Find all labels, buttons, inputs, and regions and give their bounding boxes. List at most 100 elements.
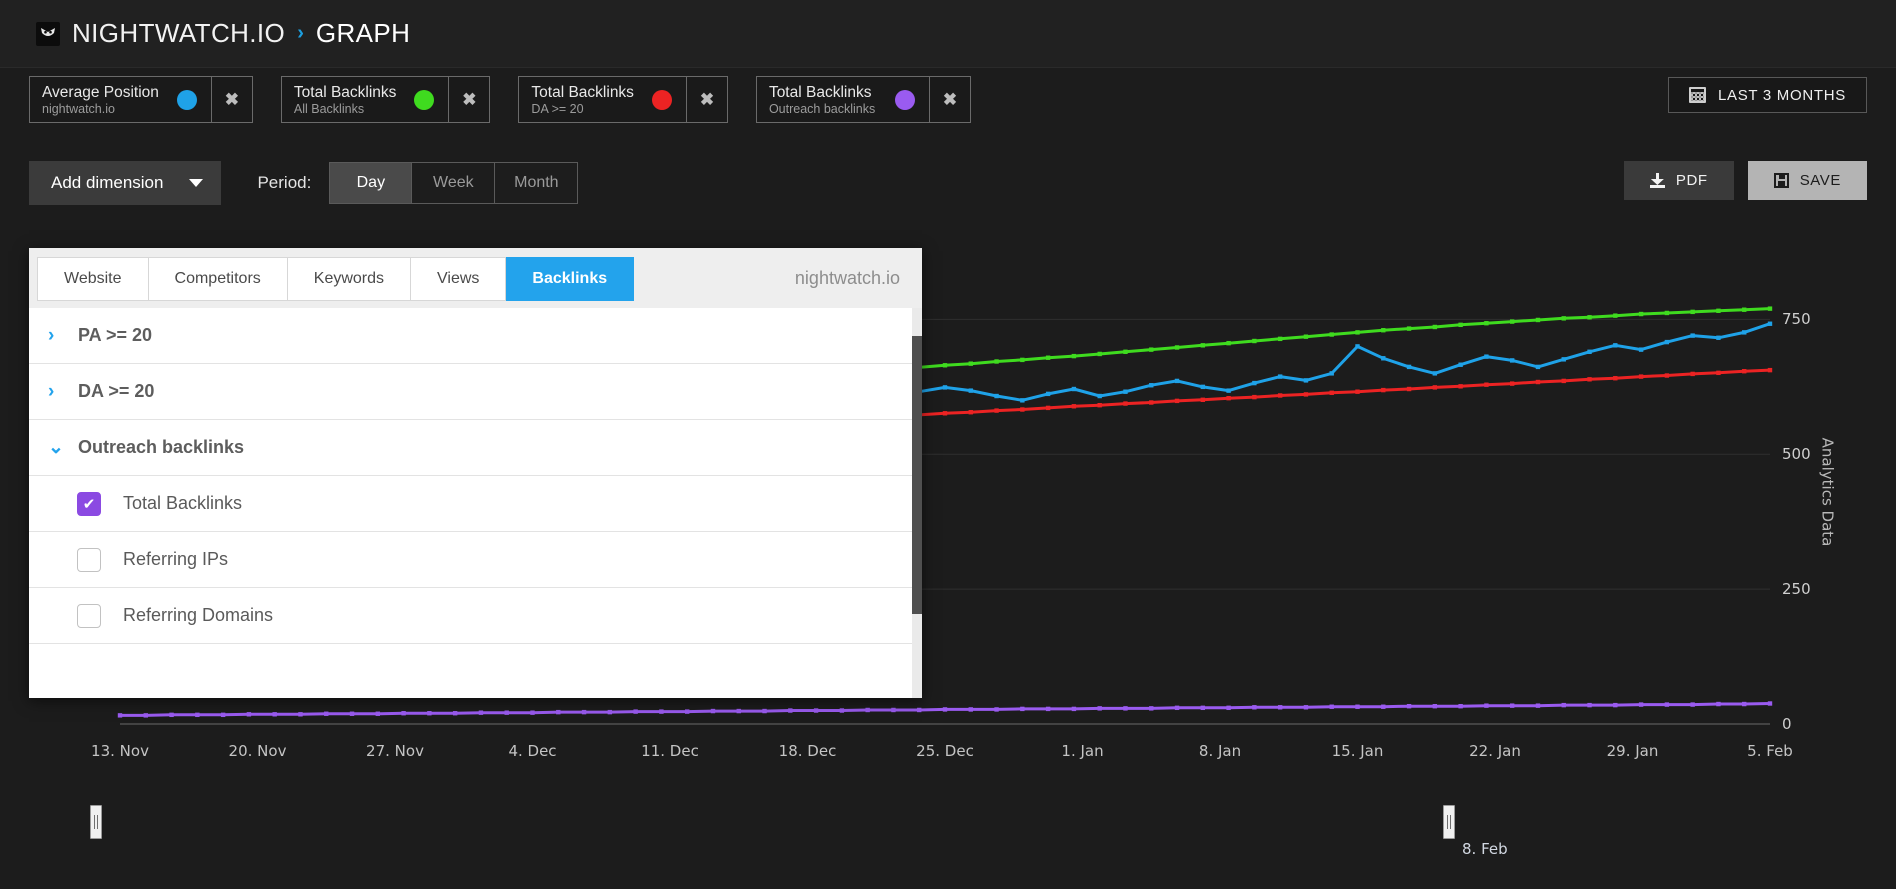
x-axis-tick: 4. Dec bbox=[508, 742, 556, 760]
chevron-down-icon bbox=[189, 179, 203, 187]
dimension-chip-total-backlinks-da20[interactable]: Total Backlinks DA >= 20 ✖ bbox=[518, 76, 728, 123]
panel-scrollbar-thumb[interactable] bbox=[912, 336, 922, 614]
checkbox-referring-domains[interactable] bbox=[77, 604, 101, 628]
y-axis-tick: 500 bbox=[1782, 445, 1811, 463]
breadcrumb-current-page: GRAPH bbox=[316, 18, 410, 49]
navigator-right-handle[interactable] bbox=[1443, 805, 1455, 839]
dimension-chip-total-backlinks-outreach[interactable]: Total Backlinks Outreach backlinks ✖ bbox=[756, 76, 971, 123]
x-axis-tick: 22. Jan bbox=[1469, 742, 1521, 760]
dimension-chip-average-position[interactable]: Average Position nightwatch.io ✖ bbox=[29, 76, 253, 123]
series-color-dot[interactable] bbox=[177, 90, 197, 110]
graph-page: NIGHTWATCH.IO › GRAPH Average Position n… bbox=[0, 0, 1896, 889]
period-segmented-control: Day Week Month bbox=[329, 162, 578, 204]
pdf-export-button[interactable]: PDF bbox=[1624, 161, 1734, 200]
chip-close-icon[interactable]: ✖ bbox=[929, 77, 970, 122]
series-color-dot[interactable] bbox=[895, 90, 915, 110]
tab-keywords[interactable]: Keywords bbox=[288, 257, 411, 301]
date-range-label: LAST 3 MONTHS bbox=[1718, 87, 1846, 104]
chip-close-icon[interactable]: ✖ bbox=[686, 77, 727, 122]
x-axis-tick: 15. Jan bbox=[1332, 742, 1384, 760]
period-label: Period: bbox=[257, 173, 311, 193]
navigator-left-handle[interactable] bbox=[90, 805, 102, 839]
group-label: DA >= 20 bbox=[78, 381, 154, 402]
period-option-month[interactable]: Month bbox=[495, 162, 578, 204]
chart-toolbar: Add dimension Period: Day Week Month bbox=[29, 161, 578, 205]
tab-website[interactable]: Website bbox=[37, 257, 149, 301]
x-axis-tick: 18. Dec bbox=[779, 742, 837, 760]
period-option-day[interactable]: Day bbox=[329, 162, 412, 204]
series-color-dot[interactable] bbox=[652, 90, 672, 110]
chip-title: Total Backlinks bbox=[769, 84, 875, 101]
add-dimension-label: Add dimension bbox=[51, 173, 163, 193]
panel-tabs: Website Competitors Keywords Views Backl… bbox=[37, 257, 634, 301]
series-color-dot[interactable] bbox=[414, 90, 434, 110]
dimension-chip-list: Average Position nightwatch.io ✖ Total B… bbox=[29, 76, 971, 123]
chip-body[interactable]: Total Backlinks DA >= 20 bbox=[519, 77, 686, 122]
list-item-total-backlinks[interactable]: ✔ Total Backlinks bbox=[29, 476, 922, 532]
x-axis-tick: 29. Jan bbox=[1607, 742, 1659, 760]
chip-body[interactable]: Total Backlinks All Backlinks bbox=[282, 77, 449, 122]
x-axis-tick: 5. Feb bbox=[1747, 742, 1793, 760]
panel-site-name: nightwatch.io bbox=[795, 268, 900, 289]
chip-subtitle: All Backlinks bbox=[294, 102, 397, 116]
chip-body[interactable]: Average Position nightwatch.io bbox=[30, 77, 211, 122]
y-axis-tick: 750 bbox=[1782, 310, 1811, 328]
chevron-down-icon: ⌄ bbox=[48, 436, 78, 459]
tab-competitors[interactable]: Competitors bbox=[149, 257, 288, 301]
add-dimension-panel[interactable]: Website Competitors Keywords Views Backl… bbox=[29, 248, 922, 698]
list-item-label: Referring IPs bbox=[123, 549, 228, 570]
floppy-disk-icon bbox=[1774, 173, 1789, 188]
calendar-icon bbox=[1689, 87, 1706, 103]
tab-backlinks[interactable]: Backlinks bbox=[506, 257, 634, 301]
chart-range-navigator[interactable]: 18. Nov2. Dec16. Dec30. Dec12. Jan26. Ja… bbox=[96, 792, 1454, 854]
x-axis-tick: 27. Nov bbox=[366, 742, 424, 760]
x-axis-tick: 8. Jan bbox=[1199, 742, 1241, 760]
navigator-end-label: 8. Feb bbox=[1462, 840, 1508, 858]
y-axis-tick: 0 bbox=[1782, 715, 1792, 733]
tab-views[interactable]: Views bbox=[411, 257, 506, 301]
chip-title: Total Backlinks bbox=[294, 84, 397, 101]
list-item-label: Referring Domains bbox=[123, 605, 273, 626]
group-row-outreach-backlinks[interactable]: ⌄ Outreach backlinks bbox=[29, 420, 922, 476]
list-item-referring-ips[interactable]: Referring IPs bbox=[29, 532, 922, 588]
chevron-right-icon: › bbox=[48, 325, 78, 347]
x-axis-tick: 11. Dec bbox=[641, 742, 699, 760]
chip-body[interactable]: Total Backlinks Outreach backlinks bbox=[757, 77, 929, 122]
chip-subtitle: nightwatch.io bbox=[42, 102, 159, 116]
chip-subtitle: Outreach backlinks bbox=[769, 102, 875, 116]
panel-scrollbar-track[interactable] bbox=[912, 308, 922, 698]
group-row-da-20[interactable]: › DA >= 20 bbox=[29, 364, 922, 420]
download-icon bbox=[1650, 173, 1665, 188]
checkbox-referring-ips[interactable] bbox=[77, 548, 101, 572]
chip-close-icon[interactable]: ✖ bbox=[448, 77, 489, 122]
chip-subtitle: DA >= 20 bbox=[531, 102, 634, 116]
panel-tab-bar: Website Competitors Keywords Views Backl… bbox=[29, 248, 922, 308]
chevron-right-icon: › bbox=[48, 381, 78, 403]
save-button-label: SAVE bbox=[1800, 172, 1841, 189]
panel-row-list: › PA >= 20 › DA >= 20 ⌄ Outreach backlin… bbox=[29, 308, 922, 698]
chip-title: Total Backlinks bbox=[531, 84, 634, 101]
y-axis-tick: 250 bbox=[1782, 580, 1811, 598]
breadcrumb-separator-icon: › bbox=[297, 22, 304, 45]
x-axis-tick-labels: 13. Nov 20. Nov 27. Nov 4. Dec 11. Dec 18. De… bbox=[0, 742, 1896, 772]
group-label: PA >= 20 bbox=[78, 325, 152, 346]
group-row-pa-20[interactable]: › PA >= 20 bbox=[29, 308, 922, 364]
dimension-chip-total-backlinks-all[interactable]: Total Backlinks All Backlinks ✖ bbox=[281, 76, 491, 123]
owl-mark-icon bbox=[36, 22, 60, 46]
add-dimension-button[interactable]: Add dimension bbox=[29, 161, 221, 205]
date-range-button[interactable]: LAST 3 MONTHS bbox=[1668, 77, 1867, 113]
x-axis-tick: 13. Nov bbox=[91, 742, 149, 760]
period-option-week[interactable]: Week bbox=[412, 162, 495, 204]
list-item-referring-domains[interactable]: Referring Domains bbox=[29, 588, 922, 644]
checkbox-total-backlinks[interactable]: ✔ bbox=[77, 492, 101, 516]
y-axis-title: Analytics Data bbox=[1819, 438, 1837, 547]
x-axis-tick: 25. Dec bbox=[916, 742, 974, 760]
chart-actions: PDF SAVE bbox=[1624, 161, 1867, 200]
chip-close-icon[interactable]: ✖ bbox=[211, 77, 252, 122]
pdf-button-label: PDF bbox=[1676, 172, 1708, 189]
x-axis-tick: 20. Nov bbox=[229, 742, 287, 760]
x-axis-tick: 1. Jan bbox=[1061, 742, 1103, 760]
brand-name[interactable]: NIGHTWATCH.IO bbox=[72, 18, 285, 49]
save-button[interactable]: SAVE bbox=[1748, 161, 1867, 200]
chip-title: Average Position bbox=[42, 84, 159, 101]
